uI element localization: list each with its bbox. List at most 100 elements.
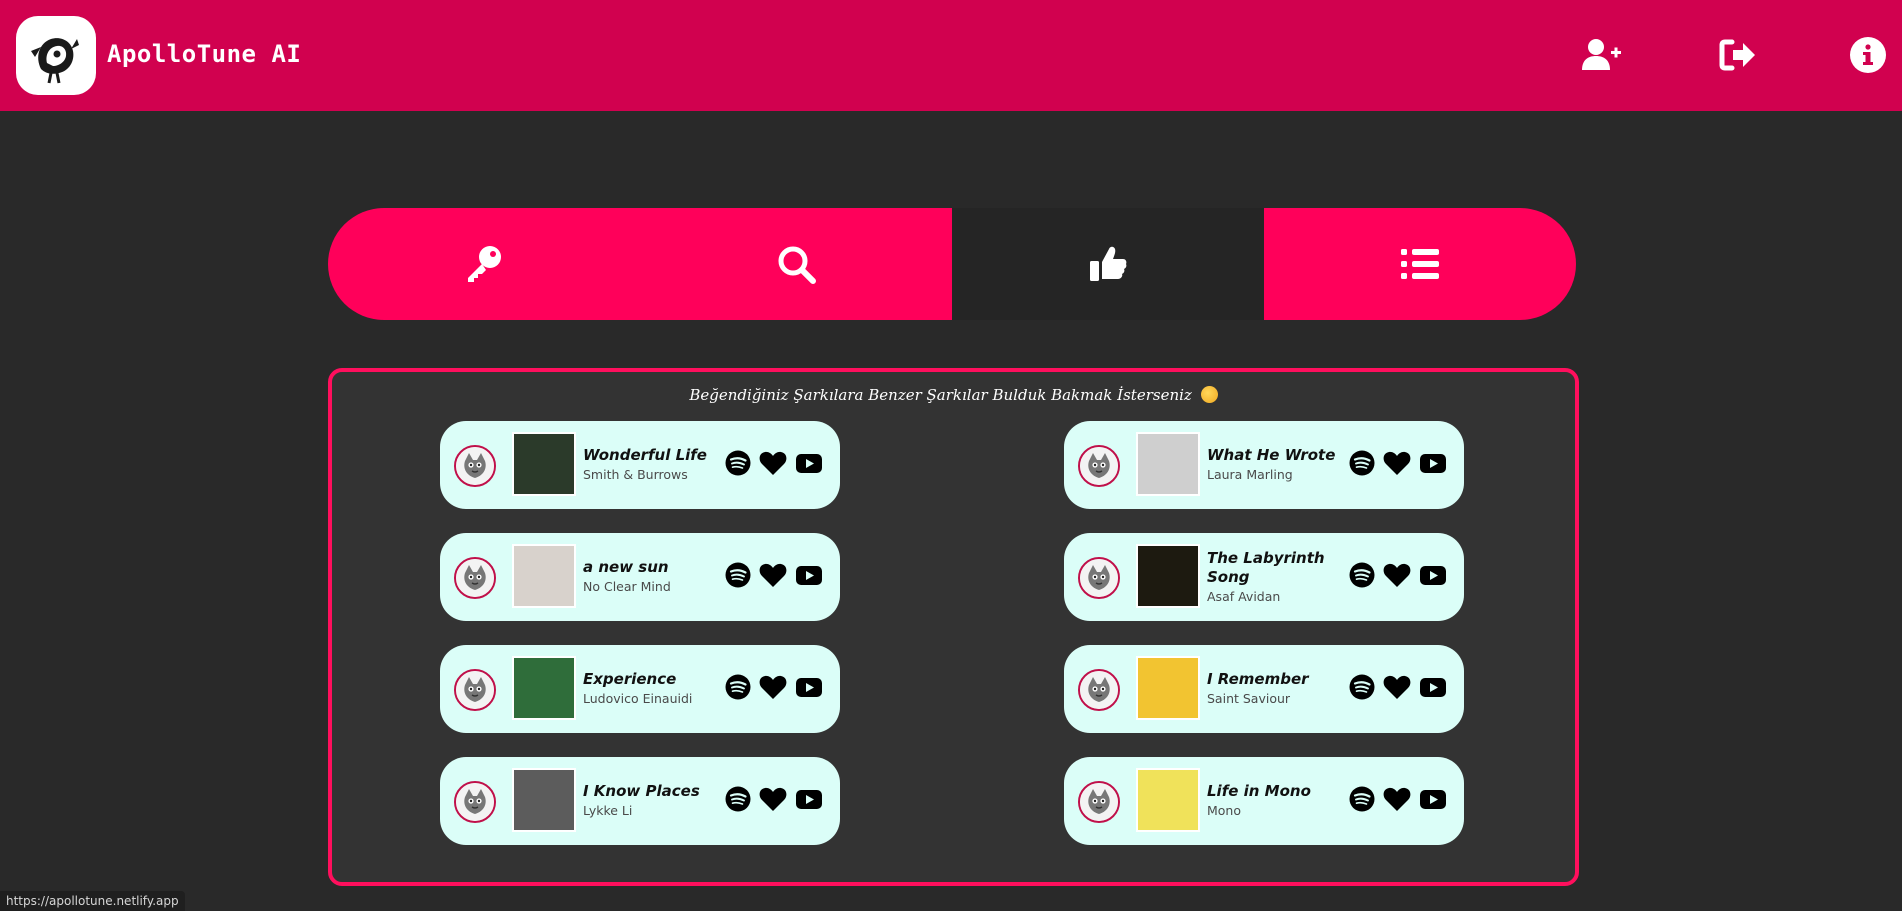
like-button[interactable]: [1383, 787, 1411, 816]
search-icon: [778, 246, 816, 284]
song-card[interactable]: Experience Ludovico Einauidi: [440, 645, 840, 733]
like-button[interactable]: [1383, 451, 1411, 480]
spotify-button[interactable]: [1349, 674, 1375, 704]
like-button[interactable]: [759, 451, 787, 480]
spotify-button[interactable]: [1349, 562, 1375, 592]
heart-icon: [1383, 563, 1411, 592]
youtube-icon: [1420, 453, 1446, 477]
song-card[interactable]: I Know Places Lykke Li: [440, 757, 840, 845]
youtube-icon: [796, 565, 822, 589]
like-button[interactable]: [759, 563, 787, 590]
album-cover: [512, 656, 576, 720]
logout-button[interactable]: [1716, 33, 1760, 77]
song-title: The Labyrinth Song: [1207, 549, 1325, 586]
spotify-icon: [725, 450, 751, 480]
youtube-button[interactable]: [1420, 564, 1446, 590]
song-title: Life in Mono: [1207, 782, 1311, 800]
song-card[interactable]: a new sun No Clear Mind: [440, 533, 840, 621]
like-button[interactable]: [1383, 675, 1411, 704]
song-artist: Smith & Burrows: [583, 467, 688, 482]
ai-avatar: [454, 445, 496, 487]
ai-avatar: [1078, 669, 1120, 711]
ai-avatar: [1078, 781, 1120, 823]
recommendations-panel: Beğendiğiniz Şarkılara Benzer Şarkılar B…: [328, 368, 1579, 886]
info-button[interactable]: [1846, 33, 1890, 77]
panel-heading: Beğendiğiniz Şarkılara Benzer Şarkılar B…: [332, 386, 1575, 404]
heart-icon: [1383, 787, 1411, 816]
youtube-button[interactable]: [796, 452, 822, 478]
song-title: Experience: [583, 670, 677, 688]
song-artist: Lykke Li: [583, 803, 633, 818]
youtube-button[interactable]: [796, 676, 822, 702]
song-title: Wonderful Life: [583, 446, 707, 464]
spotify-icon: [725, 786, 751, 816]
spotify-icon: [1349, 562, 1375, 592]
spotify-button[interactable]: [725, 562, 751, 592]
song-card[interactable]: Life in Mono Mono: [1064, 757, 1464, 845]
album-cover: [512, 768, 576, 832]
add-user-button[interactable]: [1580, 33, 1624, 77]
song-card[interactable]: I Remember Saint Saviour: [1064, 645, 1464, 733]
key-icon: [468, 246, 501, 282]
ai-avatar: [1078, 557, 1120, 599]
album-cover: [512, 544, 576, 608]
status-bar-url: https://apollotune.netlify.app: [0, 891, 185, 911]
youtube-button[interactable]: [796, 788, 822, 814]
heart-icon: [1383, 675, 1411, 704]
album-cover: [512, 432, 576, 496]
spotify-button[interactable]: [725, 674, 751, 704]
song-card[interactable]: What He Wrote Laura Marling: [1064, 421, 1464, 509]
thumbs-up-icon: [1090, 246, 1127, 281]
album-cover: [1136, 432, 1200, 496]
youtube-icon: [1420, 789, 1446, 813]
youtube-icon: [796, 453, 822, 477]
heart-icon: [1383, 451, 1411, 480]
song-artist: Laura Marling: [1207, 467, 1293, 482]
album-cover: [1136, 768, 1200, 832]
ai-avatar: [454, 781, 496, 823]
youtube-icon: [796, 677, 822, 701]
youtube-icon: [796, 789, 822, 813]
heart-icon: [759, 787, 787, 816]
spotify-icon: [725, 674, 751, 704]
spotify-icon: [1349, 674, 1375, 704]
song-artist: Ludovico Einauidi: [583, 691, 693, 706]
song-artist: No Clear Mind: [583, 579, 671, 594]
tab-key[interactable]: [328, 208, 640, 320]
list-icon: [1401, 249, 1439, 279]
main-tabs: [328, 208, 1576, 320]
song-card[interactable]: The Labyrinth Song Asaf Avidan: [1064, 533, 1464, 621]
heart-icon: [759, 451, 787, 480]
album-cover: [1136, 656, 1200, 720]
info-icon: [1850, 37, 1886, 73]
youtube-button[interactable]: [796, 564, 822, 590]
tab-list[interactable]: [1264, 208, 1576, 320]
like-button[interactable]: [759, 675, 787, 702]
spotify-button[interactable]: [1349, 450, 1375, 480]
app-title: ApolloTune AI: [107, 40, 302, 68]
youtube-button[interactable]: [1420, 788, 1446, 814]
spotify-icon: [1349, 786, 1375, 816]
youtube-icon: [1420, 677, 1446, 701]
spotify-icon: [1349, 450, 1375, 480]
spotify-button[interactable]: [725, 786, 751, 816]
spotify-button[interactable]: [1349, 786, 1375, 816]
youtube-button[interactable]: [1420, 452, 1446, 478]
add-user-icon: [1582, 39, 1621, 70]
tab-liked[interactable]: [952, 208, 1264, 320]
like-button[interactable]: [1383, 563, 1411, 592]
spotify-icon: [725, 562, 751, 592]
ai-avatar: [454, 557, 496, 599]
song-artist: Saint Saviour: [1207, 691, 1291, 706]
logout-icon: [1719, 39, 1755, 71]
song-artist: Mono: [1207, 803, 1242, 818]
app-logo[interactable]: [16, 16, 96, 95]
ai-avatar: [1078, 445, 1120, 487]
like-button[interactable]: [759, 787, 787, 816]
tab-search[interactable]: [640, 208, 952, 320]
song-title: I Remember: [1207, 670, 1309, 688]
song-card[interactable]: Wonderful Life Smith & Burrows: [440, 421, 840, 509]
spotify-button[interactable]: [725, 450, 751, 480]
youtube-button[interactable]: [1420, 676, 1446, 702]
song-artist: Asaf Avidan: [1207, 589, 1281, 604]
